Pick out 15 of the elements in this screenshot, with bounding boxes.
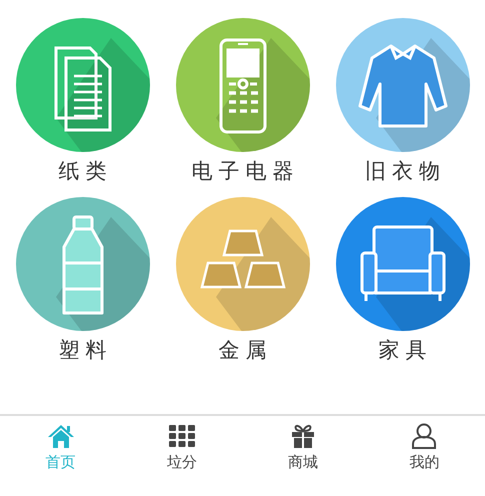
ingots-icon (200, 230, 286, 288)
bottle-icon (62, 216, 103, 314)
category-label: 金属 (218, 337, 272, 364)
user-icon (410, 422, 438, 450)
sofa-icon (360, 226, 445, 302)
category-label: 旧衣物 (365, 158, 446, 185)
category-label: 电子电器 (192, 158, 300, 185)
papers-icon (54, 46, 111, 132)
home-icon (46, 422, 75, 450)
shirt-icon (358, 44, 447, 128)
category-label: 家具 (378, 337, 432, 364)
phone-icon (219, 38, 266, 134)
category-label: 纸类 (58, 158, 112, 185)
category-label: 塑料 (58, 337, 112, 364)
grid-icon (168, 422, 196, 450)
